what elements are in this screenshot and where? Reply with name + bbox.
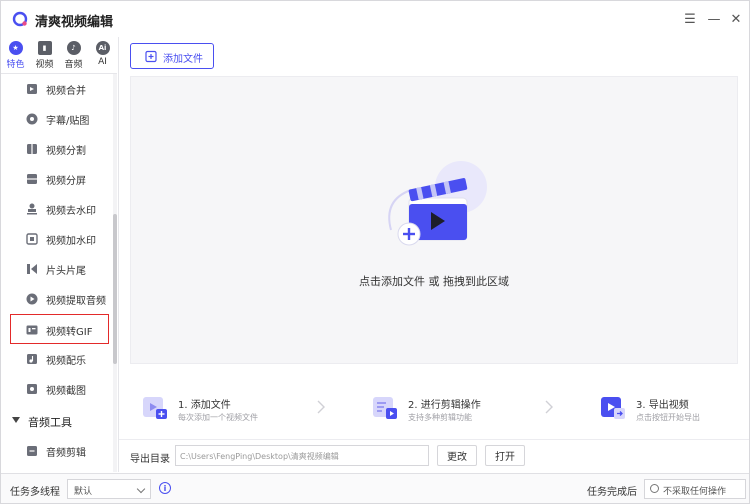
sidebar-item-label: 视频合并 (46, 86, 86, 97)
sidebar-item-label: 片头片尾 (46, 266, 86, 277)
film-icon: ▮ (37, 41, 52, 55)
change-directory-button[interactable]: 更改 (437, 445, 477, 466)
merge-icon (27, 84, 37, 94)
splitscreen-icon (27, 174, 37, 184)
add-file-label: 添加文件 (163, 54, 203, 65)
extract-audio-icon (26, 293, 38, 305)
menu-icon[interactable]: ☰ (681, 10, 699, 28)
add-video-illustration (388, 161, 487, 246)
sidebar-item-extract-audio[interactable]: 视频提取音频 (1, 284, 109, 314)
music-icon: ♪ (66, 41, 81, 55)
sticker-icon (26, 113, 38, 125)
app-title: 清爽视频编辑 (35, 15, 114, 30)
after-complete-select[interactable]: 不采取任何操作 (644, 479, 746, 499)
threads-select-value: 默认 (74, 487, 93, 497)
soundtrack-icon (27, 354, 37, 364)
sidebar-item-soundtrack[interactable]: 视频配乐 (1, 344, 109, 374)
title-bar: 清爽视频编辑 ☰ — ✕ (1, 1, 749, 37)
add-file-step-icon (143, 397, 167, 419)
export-step-icon (601, 397, 625, 419)
sidebar-item-label: 视频配乐 (46, 356, 86, 367)
app-window: 清爽视频编辑 ☰ — ✕ ★ 特色 ▮ 视频 ♪ 音频 Ai AI 视频合并 字… (0, 0, 750, 504)
split-icon (27, 144, 37, 154)
step-subtitle: 每次添加一个视频文件 (178, 413, 258, 422)
stamp-icon (27, 203, 37, 215)
drop-zone[interactable]: 点击添加文件 或 拖拽到此区域 (130, 76, 738, 364)
tab-featured[interactable]: ★ 特色 (1, 37, 30, 73)
sidebar-item-merge[interactable]: 视频合并 (1, 74, 109, 104)
sidebar-item-label: 视频转GIF (46, 327, 93, 338)
category-tabs: ★ 特色 ▮ 视频 ♪ 音频 Ai AI (1, 37, 117, 73)
chevron-right-icon (317, 400, 325, 414)
sidebar-item-label: 视频去水印 (46, 206, 96, 217)
steps-guide: 1. 添加文件 每次添加一个视频文件 2. 进行剪辑操作 支持多种剪辑功能 3.… (130, 376, 738, 436)
sidebar-item-audio-cut[interactable]: 音频剪辑 (1, 436, 109, 466)
step-title: 2. 进行剪辑操作 (408, 400, 481, 411)
tab-label: 音频 (64, 60, 83, 70)
sidebar-item-add-watermark[interactable]: 视频加水印 (1, 224, 109, 254)
after-complete-value: 不采取任何操作 (663, 487, 727, 497)
sidebar-item-remove-watermark[interactable]: 视频去水印 (1, 194, 109, 224)
open-directory-button[interactable]: 打开 (485, 445, 525, 466)
threads-select[interactable]: 默认 (67, 479, 151, 499)
chevron-down-icon (12, 417, 20, 423)
add-file-icon (145, 50, 157, 63)
tab-audio[interactable]: ♪ 音频 (59, 37, 88, 73)
intro-outro-icon (27, 264, 37, 274)
sidebar-item-video-to-gif[interactable]: 视频转GIF (10, 314, 109, 344)
export-path-field[interactable]: C:\Users\FengPing\Desktop\清爽视频编辑 (175, 445, 429, 466)
export-directory-row: 导出目录 C:\Users\FengPing\Desktop\清爽视频编辑 更改… (119, 439, 749, 473)
chevron-right-icon (545, 400, 553, 414)
sidebar-item-splitscreen[interactable]: 视频分屏 (1, 164, 109, 194)
step-title: 1. 添加文件 (178, 400, 231, 411)
after-complete-label: 任务完成后 (587, 487, 637, 498)
sidebar-item-label: 视频提取音频 (46, 296, 106, 307)
drop-zone-text: 点击添加文件 或 拖拽到此区域 (359, 275, 509, 288)
edit-step-icon (373, 397, 397, 419)
tab-ai[interactable]: Ai AI (88, 37, 117, 73)
tab-video[interactable]: ▮ 视频 (30, 37, 59, 73)
sidebar-item-label: 视频截图 (46, 386, 86, 397)
screenshot-icon (27, 384, 37, 394)
tab-label: 视频 (35, 60, 54, 70)
tab-label: 特色 (6, 60, 25, 70)
sidebar-group-label: 音频工具 (28, 416, 72, 429)
app-logo-icon (12, 11, 28, 27)
star-icon: ★ (8, 41, 23, 55)
sidebar: 视频合并 字幕/贴图 视频分割 视频分屏 视频去水印 视频加水印 片头片尾 视频… (1, 74, 117, 472)
export-directory-label: 导出目录 (130, 454, 170, 465)
status-bar: 任务多线程 默认 i 任务完成后 不采取任何操作 (1, 473, 749, 503)
watermark-icon (26, 233, 38, 245)
no-action-icon (650, 484, 659, 493)
chevron-down-icon (136, 484, 146, 494)
sidebar-item-label: 音频剪辑 (46, 448, 86, 459)
close-icon[interactable]: ✕ (727, 10, 745, 28)
sidebar-item-label: 视频加水印 (46, 236, 96, 247)
gif-icon (26, 325, 38, 335)
sidebar-item-subtitle-sticker[interactable]: 字幕/贴图 (1, 104, 109, 134)
threads-label: 任务多线程 (10, 487, 60, 498)
minimize-icon[interactable]: — (705, 10, 723, 28)
ai-icon: Ai (95, 41, 110, 55)
sidebar-divider-vertical (118, 37, 119, 472)
sidebar-group-audio-tools[interactable]: 音频工具 (1, 406, 109, 436)
sidebar-item-label: 视频分割 (46, 146, 86, 157)
step-title: 3. 导出视频 (636, 400, 689, 411)
audio-cut-icon (27, 446, 37, 456)
sidebar-item-label: 字幕/贴图 (46, 116, 90, 127)
add-file-button[interactable]: 添加文件 (130, 43, 214, 69)
sidebar-item-split[interactable]: 视频分割 (1, 134, 109, 164)
sidebar-item-intro-outro[interactable]: 片头片尾 (1, 254, 109, 284)
step-subtitle: 支持多种剪辑功能 (408, 413, 472, 422)
step-subtitle: 点击按钮开始导出 (636, 413, 700, 422)
tab-label: AI (98, 57, 107, 67)
sidebar-item-screenshot[interactable]: 视频截图 (1, 374, 109, 404)
sidebar-scrollbar-thumb[interactable] (113, 214, 117, 364)
info-icon[interactable]: i (159, 482, 171, 494)
sidebar-item-label: 视频分屏 (46, 176, 86, 187)
